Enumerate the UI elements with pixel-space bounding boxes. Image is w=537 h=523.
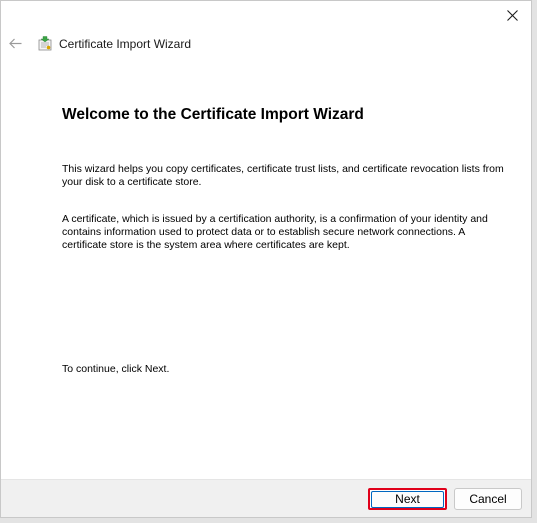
certificate-wizard-icon bbox=[38, 36, 52, 51]
intro-paragraph: This wizard helps you copy certificates,… bbox=[62, 163, 504, 189]
wizard-header: Certificate Import Wizard bbox=[1, 29, 531, 59]
continue-instruction: To continue, click Next. bbox=[62, 363, 170, 375]
next-button-focus-ring: Next bbox=[371, 490, 444, 508]
close-icon bbox=[506, 9, 518, 21]
certificate-description-paragraph: A certificate, which is issued by a cert… bbox=[62, 213, 488, 252]
close-button[interactable] bbox=[497, 3, 527, 27]
back-arrow-icon bbox=[8, 38, 21, 48]
next-button-label: Next bbox=[395, 492, 420, 506]
window-title: Certificate Import Wizard bbox=[59, 37, 192, 51]
back-button[interactable] bbox=[5, 31, 25, 55]
cancel-button-label: Cancel bbox=[469, 492, 507, 506]
button-bar: Next Cancel bbox=[1, 479, 531, 517]
wizard-window: Certificate Import Wizard Welcome to the… bbox=[0, 0, 532, 518]
page-title: Welcome to the Certificate Import Wizard bbox=[62, 106, 364, 123]
cancel-button[interactable]: Cancel bbox=[454, 488, 522, 510]
next-button[interactable]: Next bbox=[368, 488, 447, 510]
